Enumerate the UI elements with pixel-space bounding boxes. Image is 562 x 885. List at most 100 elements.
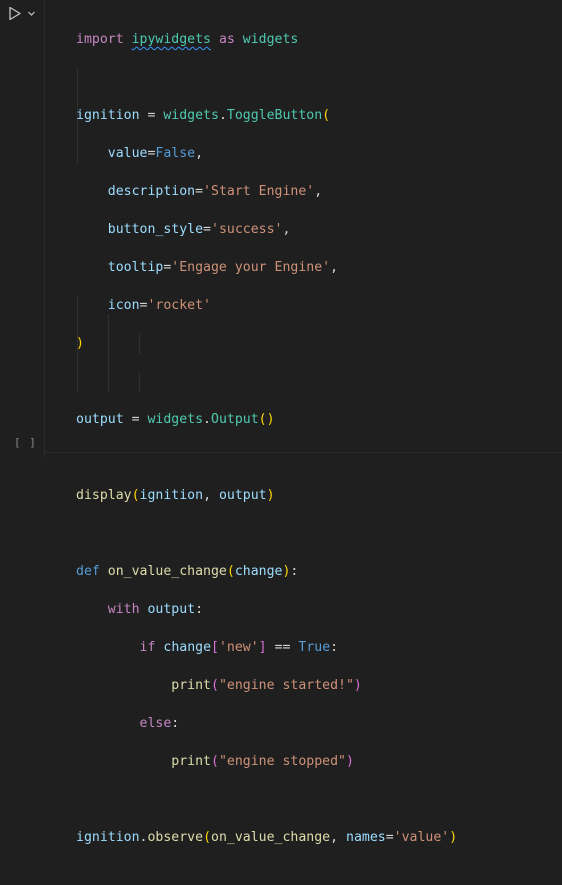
code-line-22: ignition.observe(on_value_change, names=… [76, 828, 457, 847]
ref-change: change [163, 640, 212, 655]
class-togglebutton: ToggleButton [226, 108, 323, 123]
colon: : [171, 716, 180, 731]
code-line-7: tooltip='Engage your Engine', [76, 258, 457, 277]
play-icon [8, 6, 22, 21]
open-paren: ( [131, 488, 140, 503]
notebook-code-cell[interactable]: [ ] import ipywidgets as widgets ignitio… [0, 0, 562, 845]
code-line-15: def on_value_change(change): [76, 562, 457, 581]
function-print: print [171, 754, 211, 769]
close-paren: ) [282, 564, 291, 579]
string-new: 'new' [218, 640, 259, 655]
code-line-17: if change['new'] == True: [76, 638, 457, 657]
close-paren: ) [345, 754, 354, 769]
module-name: ipywidgets [131, 32, 211, 47]
else-keyword: else [139, 716, 172, 731]
assign-op: = [123, 412, 148, 427]
colon: : [195, 602, 204, 617]
open-bracket: [ [211, 640, 219, 655]
code-line-4: value=False, [76, 144, 457, 163]
string-engine-started: "engine started!" [218, 678, 354, 693]
string-rocket: 'rocket' [147, 298, 212, 313]
literal-false: False [155, 146, 196, 161]
code-line-16: with output: [76, 600, 457, 619]
dot-op: . [218, 108, 227, 123]
string-start-engine: 'Start Engine' [203, 184, 315, 199]
function-on-value-change: on_value_change [107, 564, 227, 579]
close-bracket: ] [258, 640, 267, 655]
param-change: change [234, 564, 283, 579]
code-line-20: print("engine stopped") [76, 752, 457, 771]
close-paren: ) [76, 336, 84, 351]
if-keyword: if [139, 640, 156, 655]
code-line-3: ignition = widgets.ToggleButton( [76, 106, 457, 125]
class-output: Output [211, 412, 259, 427]
open-paren: ( [322, 108, 331, 123]
code-line-11: output = widgets.Output() [76, 410, 457, 429]
code-content[interactable]: import ipywidgets as widgets ignition = … [76, 11, 457, 885]
code-line-13: display(ignition, output) [76, 486, 457, 505]
equality-op: == [266, 640, 299, 655]
string-success: 'success' [211, 222, 283, 237]
comma: , [330, 830, 346, 845]
code-line-18: print("engine started!") [76, 676, 457, 695]
execution-count: [ ] [14, 436, 37, 449]
function-display: display [76, 488, 132, 503]
colon: : [290, 564, 299, 579]
code-line-1: import ipywidgets as widgets [76, 30, 457, 49]
import-keyword: import [76, 32, 124, 47]
module-alias: widgets [242, 32, 299, 47]
module-ref: widgets [163, 108, 219, 123]
param-description: description [107, 184, 196, 199]
comma: , [203, 488, 219, 503]
code-line-19: else: [76, 714, 457, 733]
param-tooltip: tooltip [107, 260, 164, 275]
code-line-6: button_style='success', [76, 220, 457, 239]
variable-output: output [76, 412, 124, 427]
dot-op: . [203, 412, 211, 427]
close-paren: ) [266, 412, 275, 427]
colon: : [330, 640, 339, 655]
open-paren: ( [210, 754, 219, 769]
open-paren: ( [258, 412, 267, 427]
param-button-style: button_style [107, 222, 204, 237]
close-paren: ) [266, 488, 275, 503]
cell-gutter: [ ] [0, 0, 44, 458]
equals-op: = [203, 222, 211, 237]
close-paren: ) [353, 678, 362, 693]
chevron-down-icon[interactable] [27, 9, 36, 18]
as-keyword: as [218, 32, 235, 47]
comma: , [282, 222, 291, 237]
literal-true: True [298, 640, 331, 655]
code-line-9: ) [76, 334, 457, 353]
param-names: names [346, 830, 386, 845]
open-paren: ( [210, 678, 219, 693]
comma: , [314, 184, 323, 199]
module-ref: widgets [147, 412, 204, 427]
method-observe: observe [147, 830, 204, 845]
equals-op: = [385, 830, 394, 845]
code-line-8: icon='rocket' [76, 296, 457, 315]
string-tooltip: 'Engage your Engine' [171, 260, 331, 275]
ref-output: output [147, 602, 196, 617]
variable-ignition: ignition [76, 108, 140, 123]
arg-ignition: ignition [139, 488, 204, 503]
comma: , [195, 146, 204, 161]
assign-op: = [139, 108, 164, 123]
dot-op: . [139, 830, 148, 845]
with-keyword: with [107, 602, 140, 617]
equals-op: = [195, 184, 204, 199]
string-value: 'value' [393, 830, 450, 845]
open-paren: ( [226, 564, 235, 579]
variable-ignition: ignition [76, 830, 140, 845]
def-keyword: def [76, 564, 100, 579]
function-print: print [171, 678, 211, 693]
string-engine-stopped: "engine stopped" [218, 754, 346, 769]
code-line-5: description='Start Engine', [76, 182, 457, 201]
arg-output: output [218, 488, 267, 503]
comma: , [330, 260, 339, 275]
run-cell-button[interactable] [8, 4, 42, 22]
